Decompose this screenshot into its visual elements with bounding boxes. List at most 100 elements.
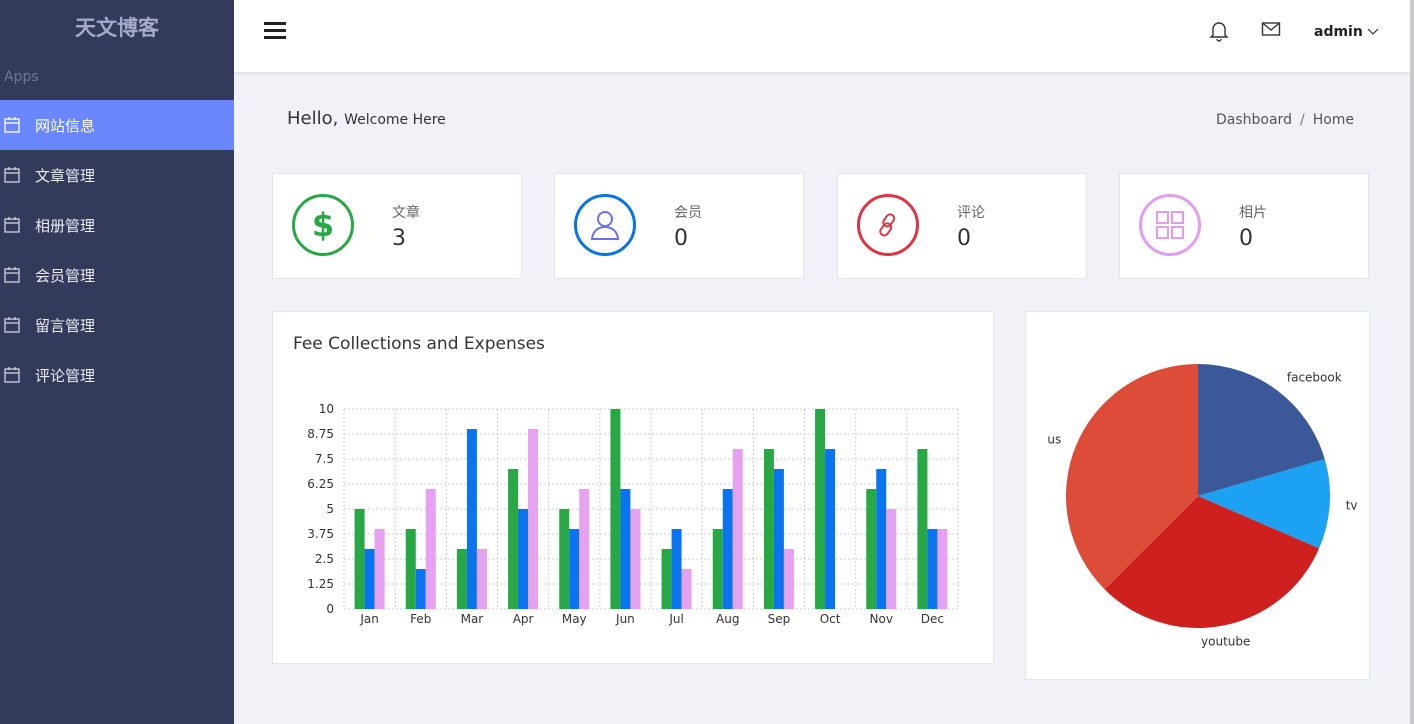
bar[interactable] [610, 409, 621, 609]
username: admin [1314, 24, 1363, 40]
y-tick-label: 5 [326, 502, 334, 516]
bar[interactable] [579, 489, 590, 609]
sidebar-item-label: 会员管理 [35, 266, 96, 285]
bar[interactable] [364, 549, 375, 609]
x-tick-label: Oct [820, 612, 841, 626]
bar[interactable] [569, 529, 580, 609]
grid-icon [1156, 211, 1184, 239]
dollar-icon: $ [312, 207, 334, 243]
pie-label: tv [1346, 498, 1358, 512]
calendar-icon [4, 367, 20, 383]
bar[interactable] [405, 529, 416, 609]
sidebar-item-label: 相册管理 [35, 216, 96, 235]
page-greeting: Hello, Welcome Here [287, 108, 446, 129]
top-header: admin [234, 0, 1410, 72]
bar[interactable] [415, 569, 426, 609]
bar[interactable] [917, 449, 928, 609]
bar[interactable] [866, 489, 877, 609]
sidebar: 天文博客 Apps 网站信息 文章管理 相册管理 会员管理 留言管理 评论管理 [0, 0, 234, 724]
stat-icon-circle [574, 194, 636, 256]
sidebar-item-albums[interactable]: 相册管理 [0, 200, 234, 250]
sidebar-item-comments[interactable]: 评论管理 [0, 350, 234, 400]
breadcrumb-separator: / [1299, 112, 1305, 128]
brand-logo[interactable]: 天文博客 [0, 0, 234, 56]
bar[interactable] [630, 509, 641, 609]
bar[interactable] [559, 509, 570, 609]
stat-value: 3 [392, 226, 406, 251]
sidebar-item-label: 文章管理 [35, 166, 96, 185]
pie-chart: facebook tv youtube us [1047, 364, 1358, 648]
sidebar-item-label: 留言管理 [35, 316, 96, 335]
breadcrumb: Dashboard / Home [1216, 112, 1354, 128]
stat-value: 0 [1239, 226, 1253, 251]
bar[interactable] [518, 509, 529, 609]
bell-icon[interactable] [1209, 20, 1229, 42]
stat-icon-circle [857, 194, 919, 256]
stat-label: 相片 [1239, 205, 1267, 221]
sidebar-item-articles[interactable]: 文章管理 [0, 150, 234, 200]
bar[interactable] [466, 429, 477, 609]
bar[interactable] [937, 529, 948, 609]
user-icon [590, 211, 620, 240]
bar[interactable] [456, 549, 467, 609]
hello-text: Hello, [287, 108, 339, 129]
stat-icon-circle: $ [292, 194, 354, 256]
bar[interactable] [681, 569, 692, 609]
svg-text:$: $ [312, 207, 334, 243]
bar[interactable] [773, 469, 784, 609]
bar[interactable] [508, 469, 519, 609]
bar[interactable] [476, 549, 487, 609]
x-tick-label: Jan [359, 612, 379, 626]
bar[interactable] [528, 429, 539, 609]
y-tick-label: 3.75 [307, 527, 334, 541]
x-tick-label: Mar [461, 612, 484, 626]
y-tick-label: 7.5 [315, 452, 334, 466]
stat-label: 会员 [674, 205, 702, 221]
calendar-icon [4, 117, 20, 133]
bar[interactable] [927, 529, 938, 609]
bar[interactable] [354, 509, 365, 609]
bar[interactable] [886, 509, 897, 609]
bar[interactable] [661, 549, 672, 609]
bar[interactable] [763, 449, 774, 609]
pie-label: us [1047, 432, 1061, 446]
sidebar-item-site-info[interactable]: 网站信息 [0, 100, 234, 150]
y-tick-label: 0 [326, 602, 334, 616]
pie-label: facebook [1287, 371, 1342, 385]
bar[interactable] [815, 409, 826, 609]
stat-value: 0 [674, 226, 688, 251]
bar[interactable] [425, 489, 436, 609]
pie-chart-card: facebook tv youtube us [1025, 311, 1370, 680]
stat-icon-circle [1139, 194, 1201, 256]
bar[interactable] [712, 529, 723, 609]
x-tick-label: Apr [513, 612, 534, 626]
bar[interactable] [620, 489, 631, 609]
sidebar-item-members[interactable]: 会员管理 [0, 250, 234, 300]
stat-label: 文章 [392, 205, 420, 221]
page-scrollbar[interactable] [1410, 0, 1414, 724]
bar[interactable] [722, 489, 733, 609]
y-tick-label: 2.5 [315, 552, 334, 566]
sidebar-section-label: Apps [4, 69, 39, 85]
calendar-icon [4, 317, 20, 333]
x-tick-label: Sep [768, 612, 791, 626]
y-tick-label: 6.25 [307, 477, 334, 491]
user-menu[interactable]: admin [1314, 24, 1379, 40]
bar[interactable] [374, 529, 385, 609]
bar[interactable] [825, 449, 836, 609]
mail-icon[interactable] [1261, 20, 1281, 38]
calendar-icon [4, 217, 20, 233]
bar[interactable] [783, 549, 794, 609]
sidebar-item-messages[interactable]: 留言管理 [0, 300, 234, 350]
calendar-icon [4, 167, 20, 183]
sidebar-item-label: 网站信息 [35, 116, 96, 135]
y-tick-label: 8.75 [307, 427, 334, 441]
bar[interactable] [876, 469, 887, 609]
bar[interactable] [671, 529, 682, 609]
stat-value: 0 [957, 226, 971, 251]
breadcrumb-dashboard[interactable]: Dashboard [1216, 112, 1292, 128]
x-tick-label: Nov [870, 612, 893, 626]
menu-toggle-icon[interactable] [264, 22, 286, 40]
stat-card-members: 会员 0 [554, 173, 804, 279]
bar[interactable] [732, 449, 743, 609]
